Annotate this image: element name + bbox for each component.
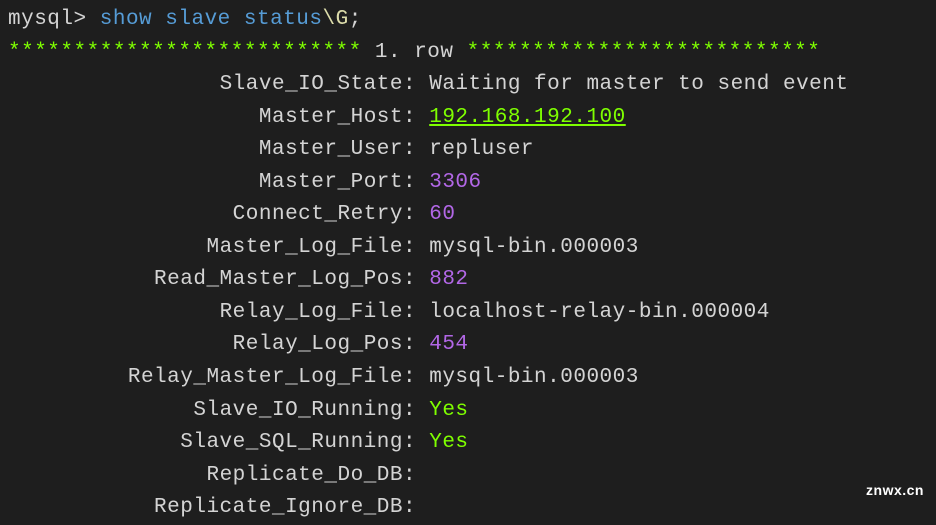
master-log-file-row: Master_Log_File: mysql-bin.000003 <box>8 232 928 265</box>
replicate-ignore-db-label: Replicate_Ignore_DB <box>8 492 403 525</box>
read-master-log-pos-row: Read_Master_Log_Pos: 882 <box>8 264 928 297</box>
master-port-label: Master_Port <box>8 167 403 200</box>
slave-io-state-row: Slave_IO_State: Waiting for master to se… <box>8 69 928 102</box>
replicate-do-db-row: Replicate_Do_DB: <box>8 460 928 493</box>
slave-sql-running-label: Slave_SQL_Running <box>8 427 403 460</box>
relay-log-file-row: Relay_Log_File: localhost-relay-bin.0000… <box>8 297 928 330</box>
relay-log-pos-row: Relay_Log_Pos: 454 <box>8 329 928 362</box>
watermark: znwx.cn <box>866 480 924 502</box>
master-user-value: repluser <box>429 134 534 167</box>
master-log-file-label: Master_Log_File <box>8 232 403 265</box>
row-number: 1. <box>375 41 401 64</box>
slave-io-running-label: Slave_IO_Running <box>8 395 403 428</box>
cmd-show: show <box>100 8 152 31</box>
relay-master-log-file-row: Relay_Master_Log_File: mysql-bin.000003 <box>8 362 928 395</box>
master-port-row: Master_Port: 3306 <box>8 167 928 200</box>
row-text: row <box>414 41 453 64</box>
relay-log-file-value: localhost-relay-bin.000004 <box>429 297 770 330</box>
replicate-ignore-db-row: Replicate_Ignore_DB: <box>8 492 928 525</box>
connect-retry-value: 60 <box>429 199 455 232</box>
cmd-status: status <box>244 8 323 31</box>
master-log-file-value: mysql-bin.000003 <box>429 232 639 265</box>
slave-io-state-value: Waiting for master to send event <box>429 69 848 102</box>
master-port-value: 3306 <box>429 167 481 200</box>
relay-log-file-label: Relay_Log_File <box>8 297 403 330</box>
relay-master-log-file-value: mysql-bin.000003 <box>429 362 639 395</box>
slave-sql-running-value: Yes <box>429 427 468 460</box>
master-host-label: Master_Host <box>8 102 403 135</box>
master-user-row: Master_User: repluser <box>8 134 928 167</box>
connect-retry-label: Connect_Retry <box>8 199 403 232</box>
cmd-vertical: \G <box>323 8 349 31</box>
relay-log-pos-label: Relay_Log_Pos <box>8 329 403 362</box>
relay-log-pos-value: 454 <box>429 329 468 362</box>
slave-sql-running-row: Slave_SQL_Running: Yes <box>8 427 928 460</box>
cmd-slave: slave <box>165 8 231 31</box>
read-master-log-pos-value: 882 <box>429 264 468 297</box>
slave-io-running-row: Slave_IO_Running: Yes <box>8 395 928 428</box>
relay-master-log-file-label: Relay_Master_Log_File <box>8 362 403 395</box>
master-host-value: 192.168.192.100 <box>429 102 626 135</box>
prompt-prefix: mysql> <box>8 8 87 31</box>
slave-io-state-label: Slave_IO_State <box>8 69 403 102</box>
replicate-do-db-label: Replicate_Do_DB <box>8 460 403 493</box>
stars-right: *************************** <box>467 41 821 64</box>
master-user-label: Master_User <box>8 134 403 167</box>
master-host-row: Master_Host: 192.168.192.100 <box>8 102 928 135</box>
connect-retry-row: Connect_Retry: 60 <box>8 199 928 232</box>
mysql-prompt-line: mysql> show slave status\G; <box>8 4 928 37</box>
slave-io-running-value: Yes <box>429 395 468 428</box>
read-master-log-pos-label: Read_Master_Log_Pos <box>8 264 403 297</box>
stars-left: *************************** <box>8 41 362 64</box>
cmd-semicolon: ; <box>349 8 362 31</box>
row-separator: *************************** 1. row *****… <box>8 37 928 70</box>
